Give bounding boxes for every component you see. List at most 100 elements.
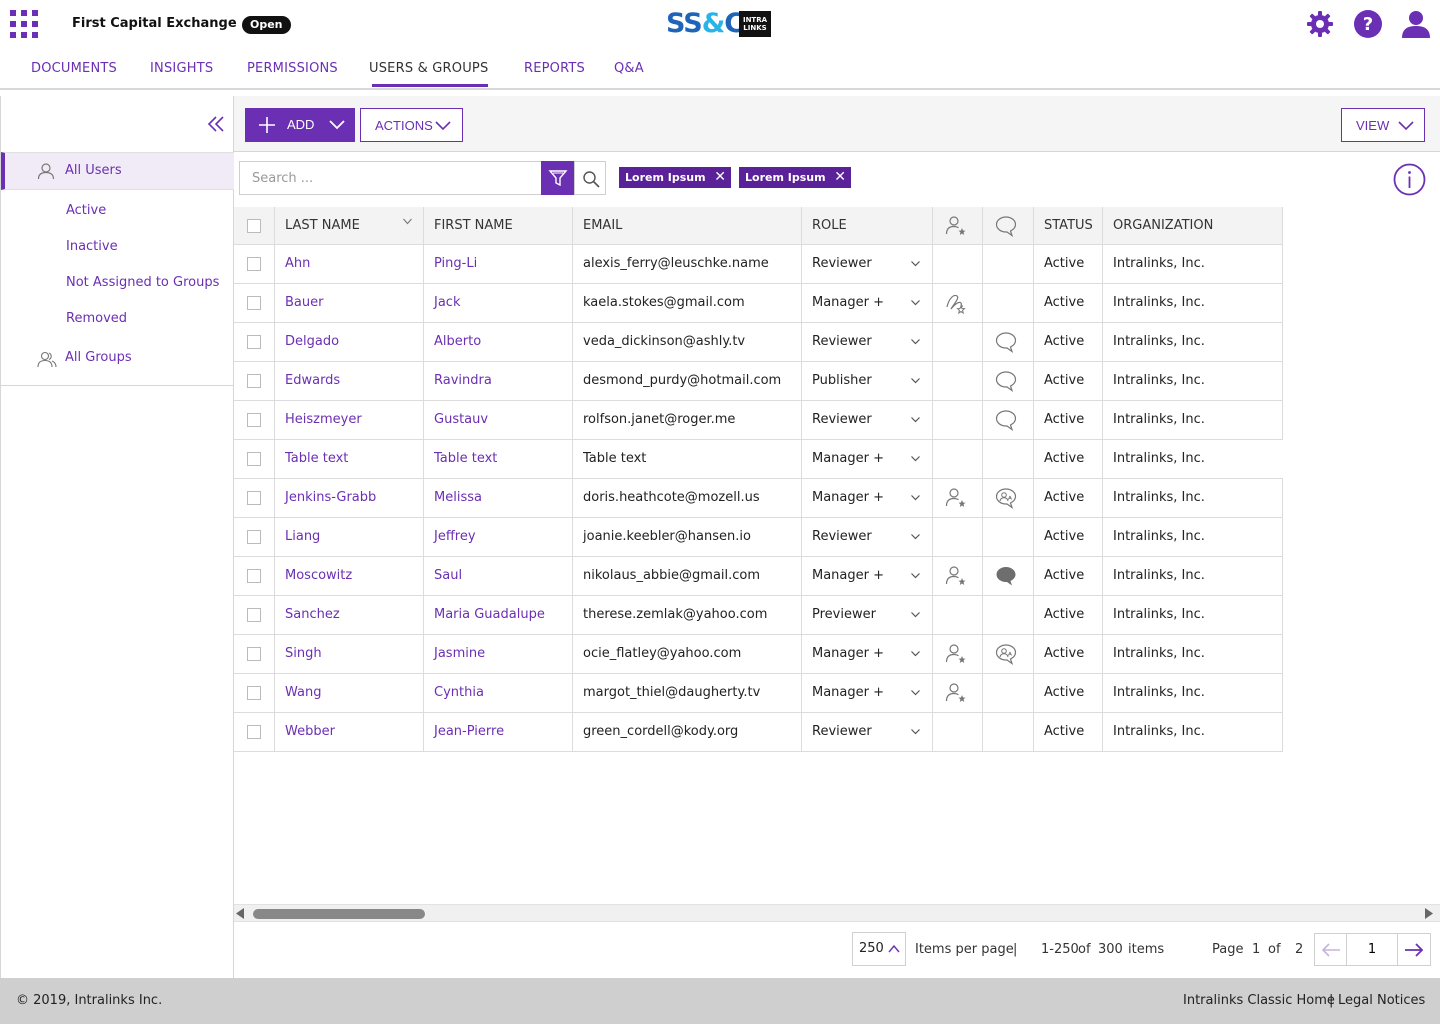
table-row[interactable]: Edwards Ravindra desmond_purdy@hotmail.com…: [234, 362, 1283, 401]
row-checkbox[interactable]: [247, 452, 261, 466]
cell-first-name[interactable]: Ravindra: [423, 362, 572, 400]
cell-comments[interactable]: [982, 635, 1033, 673]
app-grid-icon[interactable]: [10, 10, 38, 38]
cell-role-select[interactable]: Reviewer: [801, 245, 932, 283]
tab-insights[interactable]: INSIGHTS: [150, 61, 213, 76]
sidebar-filter-not-assigned[interactable]: Not Assigned to Groups: [66, 275, 219, 290]
cell-first-name[interactable]: Jean-Pierre: [423, 713, 572, 751]
cell-first-name[interactable]: Alberto: [423, 323, 572, 361]
cell-first-name[interactable]: Maria Guadalupe: [423, 596, 572, 634]
cell-role-select[interactable]: Manager +: [801, 479, 932, 517]
row-checkbox[interactable]: [247, 725, 261, 739]
row-checkbox[interactable]: [247, 413, 261, 427]
cell-first-name[interactable]: Ping-Li: [423, 245, 572, 283]
row-checkbox[interactable]: [247, 491, 261, 505]
cell-last-name[interactable]: Delgado: [274, 323, 423, 361]
table-row[interactable]: Singh Jasmine ocie_flatley@yahoo.com Manage…: [234, 635, 1283, 674]
tab-reports[interactable]: REPORTS: [524, 61, 585, 76]
cell-comments[interactable]: [982, 479, 1033, 517]
prev-page-button[interactable]: [1314, 933, 1347, 966]
col-header-organization[interactable]: ORGANIZATION: [1102, 207, 1283, 244]
cell-last-name[interactable]: Ahn: [274, 245, 423, 283]
cell-first-name[interactable]: Gustauv: [423, 401, 572, 439]
scroll-left-icon[interactable]: [235, 908, 245, 919]
filter-button[interactable]: [541, 161, 575, 195]
table-row[interactable]: Webber Jean-Pierre green_cordell@kody.org R…: [234, 713, 1283, 752]
table-row[interactable]: Heiszmeyer Gustauv rolfson.janet@roger.me R…: [234, 401, 1283, 440]
row-checkbox[interactable]: [247, 530, 261, 544]
search-input[interactable]: [239, 161, 542, 195]
cell-first-name[interactable]: Jeffrey: [423, 518, 572, 556]
row-checkbox[interactable]: [247, 296, 261, 310]
exchange-name[interactable]: First Capital Exchange: [72, 16, 237, 31]
cell-last-name[interactable]: Moscowitz: [274, 557, 423, 595]
cell-first-name[interactable]: Table text: [423, 440, 572, 478]
col-header-status[interactable]: STATUS: [1033, 207, 1102, 244]
table-row[interactable]: Table text Table text Table text Manager + A…: [234, 440, 1283, 479]
page-number-input[interactable]: [1346, 933, 1398, 966]
cell-last-name[interactable]: Bauer: [274, 284, 423, 322]
col-header-last-name[interactable]: LAST NAME: [274, 207, 423, 244]
sidebar-item-all-groups[interactable]: All Groups: [1, 340, 234, 376]
classic-home-link[interactable]: Intralinks Classic Home: [1183, 993, 1335, 1008]
add-button[interactable]: ADD: [245, 108, 355, 142]
row-checkbox[interactable]: [247, 647, 261, 661]
sidebar-filter-inactive[interactable]: Inactive: [66, 239, 118, 254]
cell-last-name[interactable]: Table text: [274, 440, 423, 478]
cell-first-name[interactable]: Melissa: [423, 479, 572, 517]
col-header-email[interactable]: EMAIL: [572, 207, 801, 244]
info-icon[interactable]: [1393, 163, 1426, 196]
cell-first-name[interactable]: Cynthia: [423, 674, 572, 712]
next-page-button[interactable]: [1397, 933, 1431, 966]
row-checkbox[interactable]: [247, 335, 261, 349]
cell-first-name[interactable]: Jasmine: [423, 635, 572, 673]
row-checkbox[interactable]: [247, 686, 261, 700]
cell-role-select[interactable]: Manager +: [801, 284, 932, 322]
cell-last-name[interactable]: Webber: [274, 713, 423, 751]
search-button[interactable]: [574, 161, 606, 195]
cell-first-name[interactable]: Jack: [423, 284, 572, 322]
horizontal-scrollbar[interactable]: [234, 904, 1440, 922]
cell-role-select[interactable]: Reviewer: [801, 518, 932, 556]
cell-role-select[interactable]: Manager +: [801, 440, 932, 478]
row-checkbox[interactable]: [247, 608, 261, 622]
tab-permissions[interactable]: PERMISSIONS: [247, 61, 338, 76]
cell-role-select[interactable]: Manager +: [801, 635, 932, 673]
table-row[interactable]: Sanchez Maria Guadalupe therese.zemlak@yah…: [234, 596, 1283, 635]
gear-icon[interactable]: [1305, 9, 1335, 39]
legal-notices-link[interactable]: Legal Notices: [1338, 993, 1425, 1008]
sort-down-icon[interactable]: [403, 218, 412, 225]
close-icon[interactable]: ✕: [714, 167, 726, 188]
cell-comments[interactable]: [982, 362, 1033, 400]
cell-last-name[interactable]: Edwards: [274, 362, 423, 400]
scrollbar-thumb[interactable]: [253, 909, 425, 919]
items-per-page-select[interactable]: 250: [852, 932, 906, 966]
cell-role-select[interactable]: Reviewer: [801, 713, 932, 751]
cell-role-select[interactable]: Publisher: [801, 362, 932, 400]
col-header-comments[interactable]: [982, 207, 1033, 244]
cell-role-select[interactable]: Reviewer: [801, 323, 932, 361]
tab-users-groups[interactable]: USERS & GROUPS: [369, 61, 488, 76]
cell-last-name[interactable]: Liang: [274, 518, 423, 556]
sidebar-filter-removed[interactable]: Removed: [66, 311, 127, 326]
tab-documents[interactable]: DOCUMENTS: [31, 61, 117, 76]
table-row[interactable]: Moscowitz Saul nikolaus_abbie@gmail.com Man…: [234, 557, 1283, 596]
col-header-first-name[interactable]: FIRST NAME: [423, 207, 572, 244]
scroll-right-icon[interactable]: [1424, 908, 1434, 919]
table-row[interactable]: Ahn Ping-Li alexis_ferry@leuschke.name Revi…: [234, 245, 1283, 284]
user-profile-icon[interactable]: [1401, 9, 1431, 39]
table-row[interactable]: Bauer Jack kaela.stokes@gmail.com Manager +…: [234, 284, 1283, 323]
sidebar-item-all-users[interactable]: All Users: [1, 152, 234, 190]
cell-last-name[interactable]: Sanchez: [274, 596, 423, 634]
row-checkbox[interactable]: [247, 257, 261, 271]
cell-role-select[interactable]: Previewer: [801, 596, 932, 634]
cell-last-name[interactable]: Wang: [274, 674, 423, 712]
cell-first-name[interactable]: Saul: [423, 557, 572, 595]
close-icon[interactable]: ✕: [834, 167, 846, 188]
table-row[interactable]: Wang Cynthia margot_thiel@daugherty.tv Mana…: [234, 674, 1283, 713]
sidebar-filter-active[interactable]: Active: [66, 203, 106, 218]
view-button[interactable]: VIEW: [1341, 108, 1425, 142]
cell-last-name[interactable]: Jenkins-Grabb: [274, 479, 423, 517]
help-icon[interactable]: ?: [1353, 9, 1383, 39]
row-checkbox[interactable]: [247, 374, 261, 388]
